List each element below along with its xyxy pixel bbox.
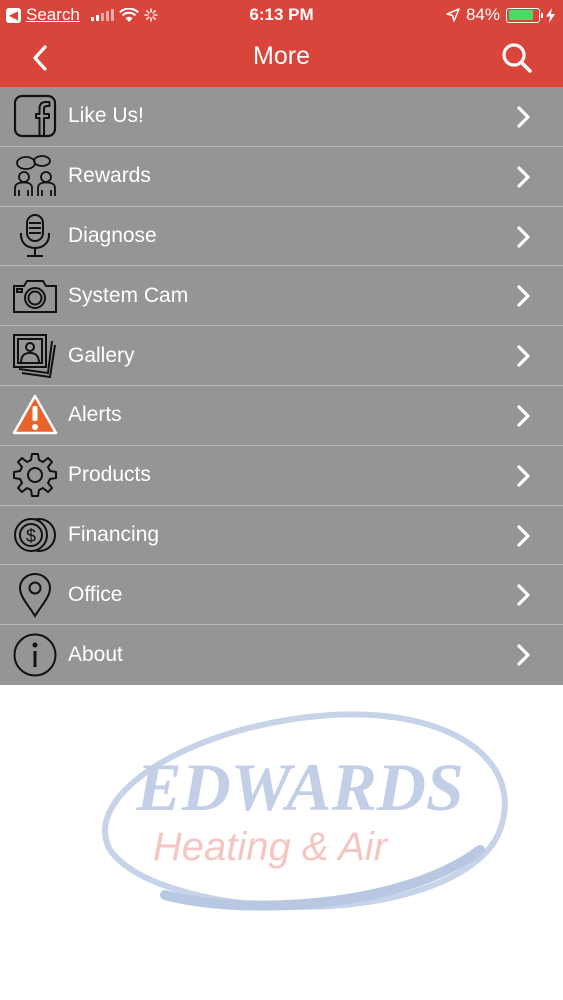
- edwards-logo: EDWARDS Heating & Air: [102, 711, 508, 911]
- svg-text:$: $: [26, 526, 36, 546]
- chevron-right-icon: [517, 106, 530, 128]
- map-pin-icon: [12, 572, 58, 618]
- chevron-right-icon: [517, 465, 530, 487]
- search-button[interactable]: [499, 40, 535, 76]
- menu-item-label: Gallery: [68, 343, 135, 367]
- chevron-right-icon: [517, 345, 530, 367]
- menu-item-label: Rewards: [68, 164, 151, 188]
- menu-item-alerts[interactable]: Alerts: [0, 386, 563, 446]
- menu-item-label: Alerts: [68, 403, 122, 427]
- battery-percent: 84%: [465, 5, 500, 24]
- facebook-icon: [12, 93, 58, 139]
- menu-item-office[interactable]: Office: [0, 565, 563, 626]
- menu-item-financing[interactable]: $ Financing: [0, 506, 563, 566]
- page-title: More: [253, 42, 310, 70]
- menu-item-label: Office: [68, 582, 123, 606]
- more-menu-list: Like Us! Rewards Diagnose System Cam Gal…: [0, 87, 563, 685]
- status-right: 84%: [446, 4, 555, 26]
- menu-item-gallery[interactable]: Gallery: [0, 326, 563, 386]
- chevron-right-icon: [517, 285, 530, 307]
- navigation-bar: More: [0, 30, 563, 87]
- logo-tagline: Heating & Air: [153, 825, 389, 869]
- menu-item-products[interactable]: Products: [0, 446, 563, 506]
- location-arrow-icon: [446, 8, 460, 22]
- chevron-right-icon: [517, 225, 530, 248]
- menu-item-rewards[interactable]: Rewards: [0, 147, 563, 207]
- coins-icon: $: [12, 512, 58, 558]
- menu-item-like-us[interactable]: Like Us!: [0, 87, 563, 147]
- battery-icon: [506, 7, 543, 23]
- chevron-right-icon: [517, 166, 530, 188]
- warning-icon: [12, 392, 58, 438]
- people-icon: [12, 153, 58, 199]
- menu-item-label: Financing: [68, 522, 160, 546]
- gear-icon: [12, 452, 58, 498]
- camera-icon: [12, 273, 58, 319]
- chevron-right-icon: [517, 644, 530, 666]
- chevron-right-icon: [517, 584, 530, 606]
- chevron-right-icon: [517, 405, 530, 427]
- status-bar: ◀ Search 6:13 PM 84%: [0, 0, 563, 30]
- charging-bolt-icon: [546, 7, 555, 23]
- menu-item-label: Products: [68, 463, 151, 487]
- menu-item-label: Diagnose: [68, 223, 157, 247]
- menu-item-label: Like Us!: [68, 104, 144, 128]
- info-icon: [12, 632, 58, 678]
- search-icon: [502, 43, 532, 73]
- menu-item-about[interactable]: About: [0, 625, 563, 685]
- microphone-icon: [12, 213, 58, 259]
- logo-wordmark: EDWARDS: [135, 749, 464, 825]
- chevron-right-icon: [517, 524, 530, 547]
- menu-item-system-cam[interactable]: System Cam: [0, 266, 563, 327]
- menu-item-label: System Cam: [68, 283, 189, 307]
- menu-item-label: About: [68, 643, 123, 667]
- menu-item-diagnose[interactable]: Diagnose: [0, 207, 563, 267]
- photos-icon: [12, 333, 58, 379]
